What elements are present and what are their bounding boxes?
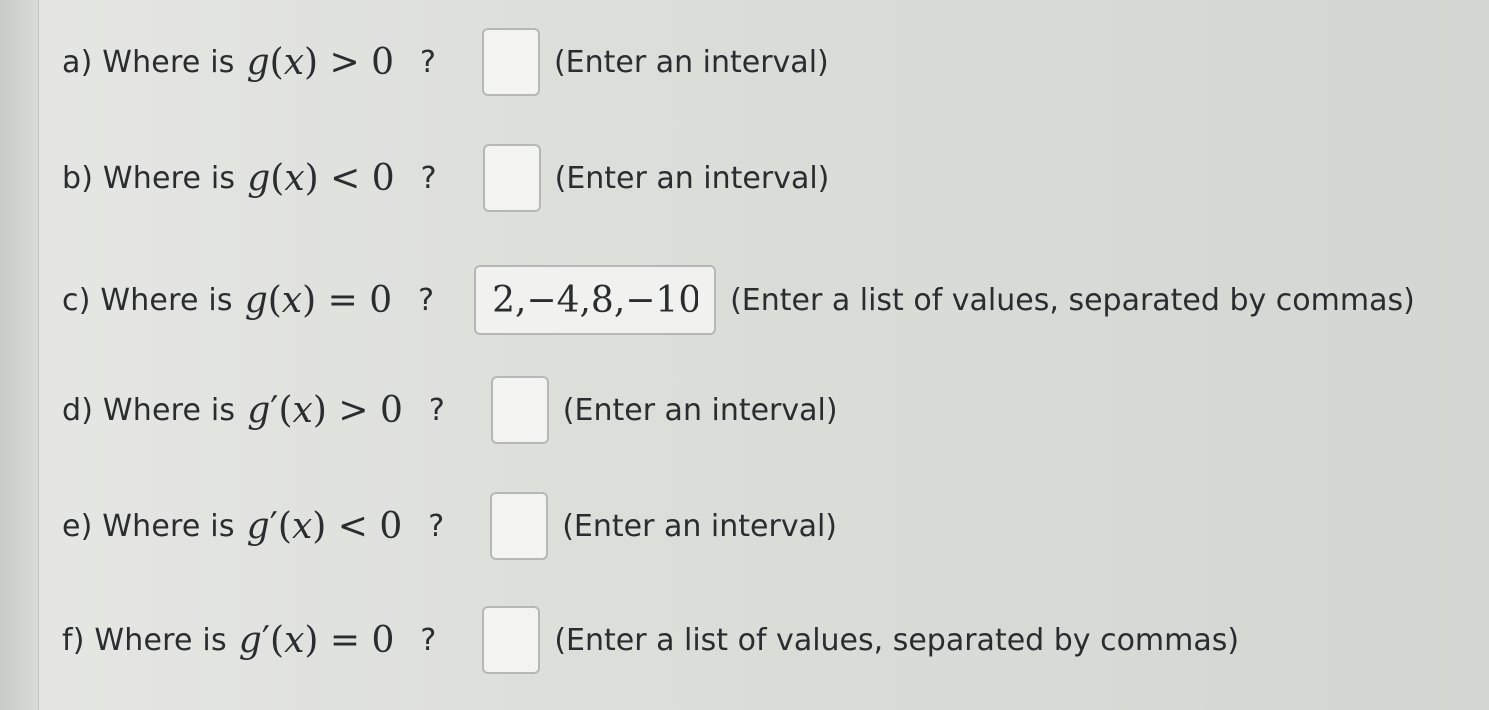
- math-prime: ′: [261, 619, 271, 661]
- answer-input-b[interactable]: [482, 144, 541, 212]
- math-expression: g′(x) > 0: [247, 390, 403, 431]
- question-b: b) Where is g(x) < 0 ? (Enter an interva…: [62, 138, 829, 218]
- math-rhs: 0: [371, 157, 395, 199]
- math-open: (: [270, 157, 285, 199]
- math-expression: g(x) = 0: [245, 280, 392, 321]
- math-rhs: 0: [379, 505, 403, 547]
- question-d: d) Where is g′(x) > 0 ? (Enter an interv…: [62, 370, 838, 450]
- question-f: f) Where is g′(x) = 0 ? (Enter a list of…: [62, 600, 1239, 680]
- input-hint: (Enter an interval): [562, 508, 837, 544]
- question-mark: ?: [428, 392, 445, 428]
- math-close: ): [312, 505, 327, 547]
- math-rhs: 0: [371, 619, 395, 661]
- math-rhs: 0: [379, 389, 403, 431]
- math-close: ): [304, 157, 319, 199]
- question-label: f) Where is: [62, 622, 227, 658]
- math-rel: =: [316, 279, 370, 321]
- input-hint: (Enter a list of values, separated by co…: [730, 282, 1415, 318]
- math-var: x: [281, 279, 303, 321]
- question-e: e) Where is g′(x) < 0 ? (Enter an interv…: [62, 486, 837, 566]
- math-rel: <: [326, 505, 380, 547]
- math-var: x: [291, 505, 313, 547]
- answer-input-f[interactable]: [482, 606, 541, 674]
- answer-input-d[interactable]: [490, 376, 549, 444]
- math-fn: g: [244, 279, 268, 321]
- math-var: x: [292, 389, 313, 431]
- question-mark: ?: [420, 622, 437, 658]
- question-label: b) Where is: [62, 160, 236, 196]
- question-label: d) Where is: [62, 392, 236, 428]
- math-open: (: [277, 505, 292, 547]
- math-close: ): [302, 279, 317, 321]
- math-open: (: [267, 279, 282, 321]
- question-c: c) Where is g(x) = 0 ? (Enter a list of …: [62, 260, 1415, 340]
- math-open: (: [270, 619, 285, 661]
- math-prime: ′: [269, 505, 278, 547]
- math-rhs: 0: [371, 41, 395, 83]
- answer-input-e[interactable]: [490, 492, 549, 560]
- math-rel: <: [318, 157, 372, 199]
- page-left-edge: [0, 0, 39, 710]
- math-var: x: [284, 157, 305, 199]
- math-rel: =: [318, 619, 372, 661]
- math-close: ): [312, 389, 327, 431]
- math-open: (: [278, 389, 293, 431]
- math-rel: >: [318, 41, 372, 83]
- math-open: (: [269, 41, 284, 83]
- math-fn: g: [246, 41, 270, 83]
- math-fn: g: [246, 505, 270, 547]
- input-hint: (Enter an interval): [562, 392, 838, 428]
- math-expression: g(x) > 0: [247, 42, 394, 83]
- math-expression: g′(x) < 0: [247, 506, 403, 547]
- question-mark: ?: [420, 160, 437, 196]
- math-fn: g: [247, 157, 271, 199]
- math-fn: g: [247, 389, 271, 431]
- answer-input-c[interactable]: [474, 265, 717, 335]
- math-rel: >: [326, 389, 380, 431]
- question-mark: ?: [428, 508, 445, 544]
- input-hint: (Enter an interval): [553, 44, 829, 80]
- question-a: a) Where is g(x) > 0 ? (Enter an interva…: [62, 22, 829, 102]
- math-fn: g: [238, 619, 262, 661]
- math-expression: g(x) < 0: [247, 158, 394, 199]
- math-var: x: [283, 41, 304, 83]
- math-expression: g′(x) = 0: [239, 620, 395, 661]
- question-label: e) Where is: [62, 508, 235, 544]
- math-var: x: [284, 619, 305, 661]
- answer-input-a[interactable]: [481, 28, 540, 96]
- math-close: ): [304, 41, 319, 83]
- input-hint: (Enter an interval): [554, 160, 830, 196]
- question-label: c) Where is: [62, 282, 233, 318]
- question-mark: ?: [418, 282, 435, 318]
- input-hint: (Enter a list of values, separated by co…: [554, 622, 1240, 658]
- question-mark: ?: [420, 44, 436, 80]
- math-close: ): [304, 619, 319, 661]
- question-label: a) Where is: [62, 44, 235, 80]
- math-rhs: 0: [369, 279, 393, 321]
